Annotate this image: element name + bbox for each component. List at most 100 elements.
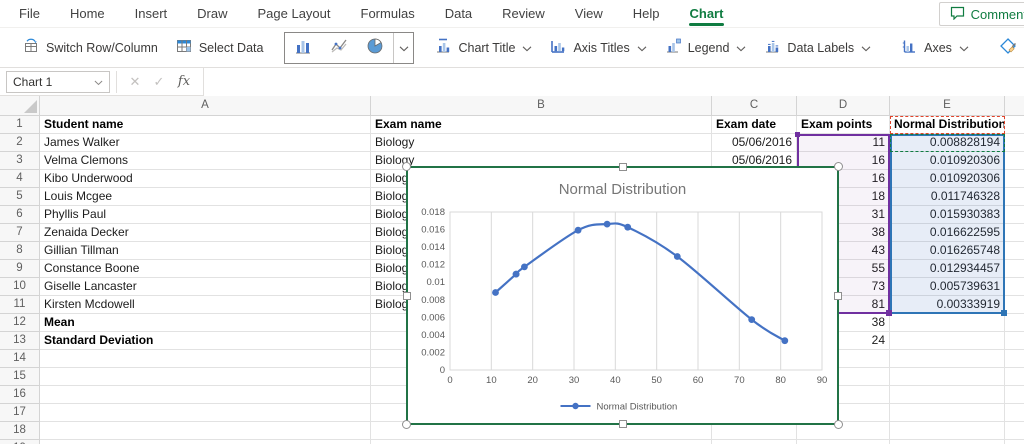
cell-E8[interactable]: 0.016265748: [890, 242, 1005, 260]
cell-F10[interactable]: [1005, 278, 1024, 296]
row-header-16[interactable]: 16: [0, 386, 40, 404]
cell-F2[interactable]: [1005, 134, 1024, 152]
cell-A5[interactable]: Louis Mcgee: [40, 188, 371, 206]
cell-F6[interactable]: [1005, 206, 1024, 224]
ribbon-tab-formulas[interactable]: Formulas: [346, 0, 430, 27]
cell-A19[interactable]: [40, 440, 371, 444]
row-header-13[interactable]: 13: [0, 332, 40, 350]
column-header-E[interactable]: E: [890, 96, 1005, 116]
cell-F11[interactable]: [1005, 296, 1024, 314]
cell-A6[interactable]: Phyllis Paul: [40, 206, 371, 224]
row-header-3[interactable]: 3: [0, 152, 40, 170]
cell-A16[interactable]: [40, 386, 371, 404]
cell-E2[interactable]: 0.008828194: [890, 134, 1005, 152]
row-header-10[interactable]: 10: [0, 278, 40, 296]
chart-resize-handle[interactable]: [402, 162, 411, 171]
ribbon-tab-insert[interactable]: Insert: [120, 0, 183, 27]
ribbon-tab-page-layout[interactable]: Page Layout: [243, 0, 346, 27]
row-header-9[interactable]: 9: [0, 260, 40, 278]
cell-E16[interactable]: [890, 386, 1005, 404]
cell-E4[interactable]: 0.010920306: [890, 170, 1005, 188]
cell-E15[interactable]: [890, 368, 1005, 386]
row-header-17[interactable]: 17: [0, 404, 40, 422]
cell-E3[interactable]: 0.010920306: [890, 152, 1005, 170]
line-chart-type-button[interactable]: [321, 32, 358, 63]
cell-A11[interactable]: Kirsten Mcdowell: [40, 296, 371, 314]
column-chart-type-button[interactable]: [285, 32, 322, 63]
column-header-C[interactable]: C: [712, 96, 797, 116]
row-header-4[interactable]: 4: [0, 170, 40, 188]
cell-A12[interactable]: Mean: [40, 314, 371, 332]
row-header-14[interactable]: 14: [0, 350, 40, 368]
cell-A4[interactable]: Kibo Underwood: [40, 170, 371, 188]
ribbon-tab-data[interactable]: Data: [430, 0, 487, 27]
row-header-1[interactable]: 1: [0, 116, 40, 134]
chart-title-button[interactable]: Chart Title: [426, 32, 541, 64]
cell-F16[interactable]: [1005, 386, 1024, 404]
cell-E19[interactable]: [890, 440, 1005, 444]
purple-range-handle[interactable]: [795, 132, 800, 137]
cell-E7[interactable]: 0.016622595: [890, 224, 1005, 242]
legend-button[interactable]: Legend: [656, 32, 756, 64]
select-all-button[interactable]: [0, 96, 40, 116]
cell-F19[interactable]: [1005, 440, 1024, 444]
name-box[interactable]: Chart 1: [6, 70, 110, 93]
cell-A7[interactable]: Zenaida Decker: [40, 224, 371, 242]
cell-E10[interactable]: 0.005739631: [890, 278, 1005, 296]
blue-range-fill-handle[interactable]: [1001, 310, 1007, 316]
axis-titles-button[interactable]: Axis Titles: [541, 32, 655, 64]
ribbon-tab-view[interactable]: View: [560, 0, 618, 27]
row-header-2[interactable]: 2: [0, 134, 40, 152]
chart-resize-handle[interactable]: [402, 420, 411, 429]
column-header-A[interactable]: A: [40, 96, 371, 116]
row-header-12[interactable]: 12: [0, 314, 40, 332]
row-header-15[interactable]: 15: [0, 368, 40, 386]
row-header-8[interactable]: 8: [0, 242, 40, 260]
cell-E5[interactable]: 0.011746328: [890, 188, 1005, 206]
cell-A15[interactable]: [40, 368, 371, 386]
format-button[interactable]: Format: [990, 32, 1024, 64]
cell-A1[interactable]: Student name: [40, 116, 371, 134]
cell-F14[interactable]: [1005, 350, 1024, 368]
cell-E1[interactable]: Normal Distribution: [890, 116, 1005, 134]
pie-chart-type-button[interactable]: [357, 32, 394, 63]
cell-F7[interactable]: [1005, 224, 1024, 242]
row-header-19[interactable]: 19: [0, 440, 40, 444]
cell-D19[interactable]: [797, 440, 890, 444]
column-header-D[interactable]: D: [797, 96, 890, 116]
cell-A8[interactable]: Gillian Tillman: [40, 242, 371, 260]
cell-A9[interactable]: Constance Boone: [40, 260, 371, 278]
cell-B19[interactable]: [371, 440, 712, 444]
cell-E9[interactable]: 0.012934457: [890, 260, 1005, 278]
cell-A10[interactable]: Giselle Lancaster: [40, 278, 371, 296]
cell-B1[interactable]: Exam name: [371, 116, 712, 134]
cell-E13[interactable]: [890, 332, 1005, 350]
ribbon-tab-review[interactable]: Review: [487, 0, 560, 27]
cell-E17[interactable]: [890, 404, 1005, 422]
cell-F18[interactable]: [1005, 422, 1024, 440]
row-header-18[interactable]: 18: [0, 422, 40, 440]
purple-range-fill-handle[interactable]: [886, 310, 892, 316]
cell-F4[interactable]: [1005, 170, 1024, 188]
cell-F15[interactable]: [1005, 368, 1024, 386]
insert-function-button[interactable]: fx: [171, 74, 197, 89]
cancel-entry-icon[interactable]: ✕: [123, 74, 147, 90]
cell-A18[interactable]: [40, 422, 371, 440]
cell-F9[interactable]: [1005, 260, 1024, 278]
chart-resize-handle[interactable]: [618, 420, 627, 428]
ribbon-tab-home[interactable]: Home: [55, 0, 120, 27]
ribbon-tab-file[interactable]: File: [4, 0, 55, 27]
chart-object[interactable]: 0 10 20 30 40 50 60 70 80 90 0 0.002 0.004 0.006 0.008…: [402, 162, 843, 429]
row-header-6[interactable]: 6: [0, 206, 40, 224]
row-header-5[interactable]: 5: [0, 188, 40, 206]
cell-F1[interactable]: [1005, 116, 1024, 134]
data-labels-button[interactable]: Data Labels: [755, 32, 880, 64]
row-header-7[interactable]: 7: [0, 224, 40, 242]
ribbon-tab-chart[interactable]: Chart: [675, 0, 739, 27]
cell-A14[interactable]: [40, 350, 371, 368]
confirm-entry-icon[interactable]: ✓: [147, 74, 171, 90]
cell-C2[interactable]: 05/06/2016: [712, 134, 797, 152]
cell-E6[interactable]: 0.015930383: [890, 206, 1005, 224]
cell-F5[interactable]: [1005, 188, 1024, 206]
cell-C19[interactable]: [712, 440, 797, 444]
